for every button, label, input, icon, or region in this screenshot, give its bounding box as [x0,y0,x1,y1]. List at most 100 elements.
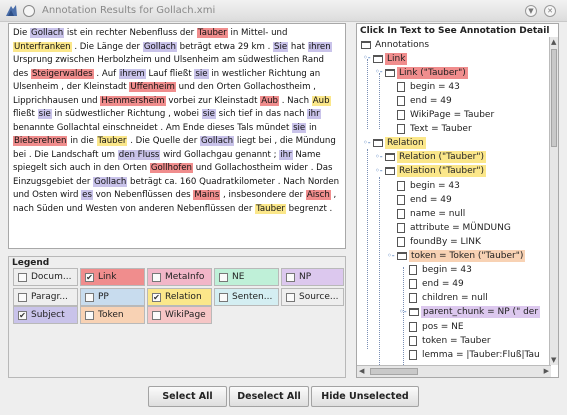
tree-node[interactable]: Relation [373,136,426,151]
expand-toggle-icon[interactable]: ◦- [363,138,371,147]
annotation-highlight[interactable]: Aub [260,95,279,106]
annotation-highlight[interactable]: Mains [193,190,221,200]
close-button[interactable]: ✕ [544,5,556,17]
tree-node[interactable]: attribute = MÜNDUNG [397,220,513,235]
tree-node[interactable]: begin = 43 [397,178,462,193]
annotation-highlight[interactable]: Gollach [93,176,128,187]
tree-node[interactable]: token = Tauber [409,333,493,348]
annotation-highlight[interactable]: sie [292,122,307,133]
scroll-down-icon[interactable]: ▼ [551,356,556,364]
tree-node[interactable]: Relation ("Tauber") [385,150,486,165]
tree-node[interactable]: end = 49 [397,192,454,207]
tree-node[interactable]: parent_chunk = NP (" der [409,305,541,320]
legend-item-paragr[interactable]: Paragr... [13,288,78,306]
checkbox-icon[interactable] [286,272,295,282]
annotation-tree[interactable]: Annotations ◦- Link ◦- Link ("Tauber") begin … [357,37,550,365]
annotation-highlight[interactable]: ihren [307,41,332,52]
tree-node[interactable]: end = 49 [409,277,466,292]
annotation-highlight[interactable]: Unterfranken [13,41,72,52]
tree-node[interactable]: WikiPage = Tauber [397,108,496,123]
document-text-pane[interactable]: Die Gollach ist ein rechter Nebenfluss d… [8,23,346,249]
annotation-highlight[interactable]: ihr [307,109,321,119]
annotation-highlight[interactable]: Tauber [196,28,228,38]
tree-node-label: Relation [385,137,426,150]
tree-horizontal-scrollbar[interactable]: ◀ ▶ [357,365,551,377]
checkbox-icon[interactable] [18,272,27,282]
checkbox-icon[interactable] [18,292,27,302]
legend-item-metainfo[interactable]: MetaInfo [147,268,212,286]
scroll-right-icon[interactable]: ▶ [544,367,549,375]
tree-vertical-scrollbar[interactable]: ▲ ▼ [549,37,558,365]
annotation-highlight[interactable]: es [81,190,93,200]
legend-item-subject[interactable]: ✔ Subject [13,306,78,324]
tree-node[interactable]: end = 49 [397,93,454,108]
legend-item-relation[interactable]: ✔ Relation [147,288,212,306]
annotation-highlight[interactable]: Tauber [255,203,286,214]
annotation-highlight[interactable]: ihr [279,149,293,160]
tree-node[interactable]: name = null [397,206,467,221]
tree-node[interactable]: token = Token ("Tauber") [397,249,526,264]
tree-node[interactable]: lemma = |Tauber:Fluß|Tau [409,347,542,362]
legend-item-senten[interactable]: Senten... [214,288,279,306]
tree-node[interactable]: pos = NE [409,319,466,334]
tree-node[interactable]: begin = 43 [409,263,474,278]
annotation-highlight[interactable]: Gollach [200,136,235,146]
checkbox-icon[interactable] [85,310,94,320]
tree-node[interactable]: Annotations [361,37,431,52]
expand-toggle-icon[interactable]: ◦- [375,152,383,161]
annotation-highlight[interactable]: Gollach [142,41,177,52]
checkbox-checked-icon[interactable]: ✔ [152,292,161,302]
title-bar[interactable]: Annotation Results for Gollach.xmi ▼ ✕ [0,0,567,22]
checkbox-icon[interactable] [219,292,228,302]
annotation-highlight[interactable]: Tauber [96,136,128,146]
legend-item-source[interactable]: Source... [281,288,344,306]
vertical-scroll-thumb[interactable] [551,49,557,147]
legend-item-link[interactable]: ✔ Link [80,268,145,286]
annotation-highlight[interactable]: Aisch [305,190,331,200]
tree-node[interactable]: foundBy = LINK [397,234,483,249]
scroll-left-icon[interactable]: ◀ [359,367,364,375]
horizontal-scroll-thumb[interactable] [370,368,418,375]
annotation-highlight[interactable]: Bieberehren [13,136,68,146]
legend-item-ne[interactable]: NE [214,268,279,286]
annotation-highlight[interactable]: sie [201,109,216,119]
minimize-button[interactable]: ▼ [525,5,537,17]
legend-item-label: Relation [165,292,202,302]
annotation-highlight[interactable]: Gollhofen [149,163,193,173]
annotation-highlight[interactable]: Aub [311,95,331,106]
annotation-highlight[interactable]: sie [194,68,209,79]
checkbox-icon[interactable] [152,310,161,320]
annotation-highlight[interactable]: Sie [273,41,289,52]
checkbox-checked-icon[interactable]: ✔ [85,272,94,282]
annotation-highlight[interactable]: ihrem [118,68,146,79]
expand-toggle-icon[interactable]: ◦- [387,251,395,260]
hide-unselected-button[interactable]: Hide Unselected [311,386,419,407]
tree-node[interactable]: Text = Tauber [397,122,474,137]
expand-toggle-icon[interactable]: ◦- [375,166,383,175]
tree-node[interactable]: children = null [409,291,490,306]
annotation-highlight[interactable]: Uffenheim [129,82,176,92]
annotation-highlight[interactable]: Hemmersheim [100,95,166,106]
annotation-highlight[interactable]: Gollach [30,28,65,38]
annotation-highlight[interactable]: sie [37,109,52,119]
legend-item-token[interactable]: Token [80,306,145,324]
checkbox-checked-icon[interactable]: ✔ [18,310,27,320]
scroll-up-icon[interactable]: ▲ [551,38,556,46]
legend-item-pp[interactable]: PP [80,288,145,306]
tree-node[interactable]: Link ("Tauber") [385,65,468,80]
annotation-highlight[interactable]: Steigerwaldes [30,68,94,79]
pin-icon[interactable] [23,5,35,17]
legend-item-np[interactable]: NP [281,268,344,286]
tree-node[interactable]: Relation ("Tauber") [385,164,486,179]
tree-node[interactable]: begin = 43 [397,79,462,94]
annotation-highlight[interactable]: den Fluss [117,149,161,160]
legend-item-docum[interactable]: Docum... [13,268,78,286]
checkbox-icon[interactable] [219,272,228,282]
checkbox-icon[interactable] [286,292,295,302]
deselect-all-button[interactable]: Deselect All [229,386,309,407]
checkbox-icon[interactable] [85,292,94,302]
select-all-button[interactable]: Select All [148,386,227,407]
legend-item-wikipage[interactable]: WikiPage [147,306,212,324]
tree-node[interactable]: Link [373,51,408,66]
checkbox-icon[interactable] [152,272,161,282]
